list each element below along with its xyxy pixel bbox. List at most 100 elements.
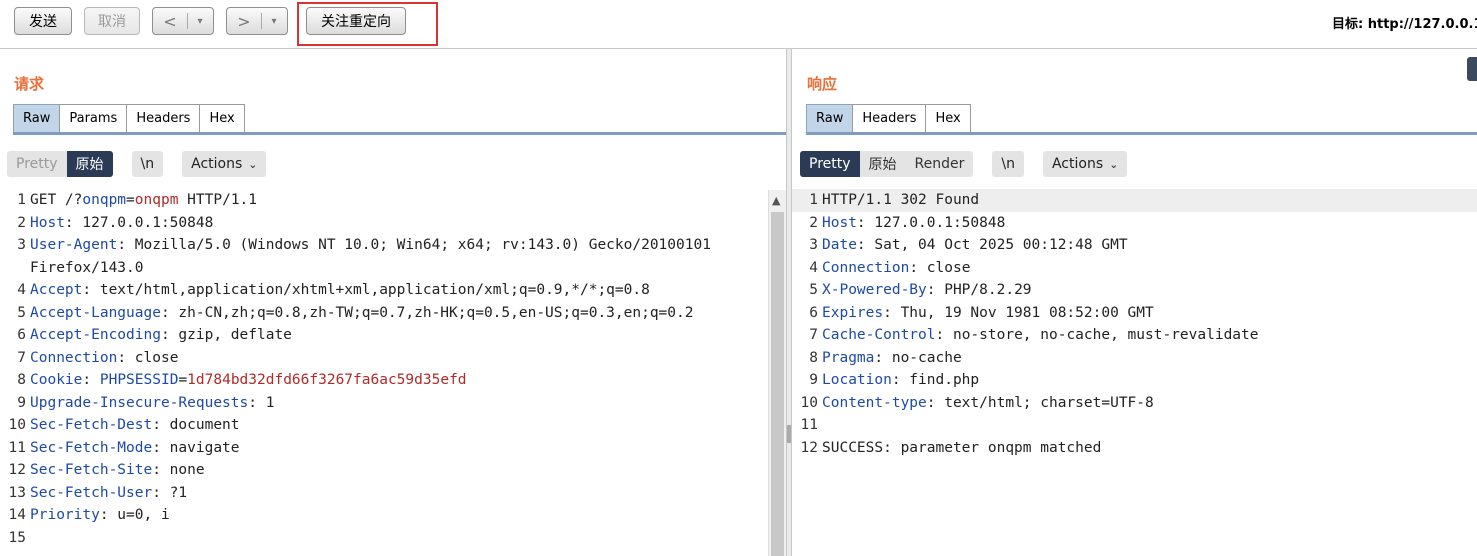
view-mode-toggle: Pretty 原始: [7, 151, 113, 177]
panel-toggle-tab[interactable]: [1467, 57, 1477, 81]
pretty-button[interactable]: Pretty: [800, 151, 860, 177]
line-text: HTTP/1.1 302 Found: [822, 192, 980, 208]
actions-label: Actions: [1051, 156, 1104, 172]
header-value: : text/html,application/xhtml+xml,applic…: [82, 282, 650, 298]
line-number: 12: [800, 439, 818, 456]
cancel-button[interactable]: 取消: [84, 7, 140, 35]
header-name: Sec-Fetch-User: [30, 484, 153, 501]
line-number: 4: [809, 259, 818, 276]
tab-raw[interactable]: Raw: [13, 104, 61, 132]
chevron-down-icon[interactable]: ▾: [188, 16, 212, 27]
line-content: GET /?onqpm=onqpm HTTP/1.1: [30, 189, 257, 212]
actions-button[interactable]: Actions ⌄: [1042, 151, 1128, 177]
line-content: Priority: u=0, i: [30, 504, 170, 527]
line-content: Content-type: text/html; charset=UTF-8: [822, 392, 1154, 415]
header-name: Connection: [30, 349, 118, 366]
code-line: 7 Connection: close: [0, 347, 768, 370]
code-line: 11 Sec-Fetch-Mode: navigate: [0, 437, 768, 460]
line-number: 14: [8, 507, 26, 523]
newline-toggle[interactable]: \n: [992, 151, 1024, 177]
forward-button[interactable]: > ▾: [226, 7, 288, 35]
tab-headers[interactable]: Headers: [126, 104, 201, 132]
response-view-bar: Pretty 原始 Render \n Actions ⌄: [800, 151, 1128, 177]
tab-hex[interactable]: Hex: [925, 104, 971, 132]
render-button[interactable]: Render: [905, 151, 974, 177]
code-line: 6 Accept-Encoding: gzip, deflate: [0, 324, 768, 347]
header-value: : close: [909, 259, 971, 276]
target-label: 目标: http://127.0.0.1:5: [1332, 17, 1477, 32]
response-editor[interactable]: 1 HTTP/1.1 302 Found 2 Host: 127.0.0.1:5084…: [792, 189, 1477, 556]
request-scrollbar[interactable]: ▲: [768, 190, 786, 556]
line-content: Host: 127.0.0.1:50848: [822, 212, 1005, 235]
code-line: 7 Cache-Control: no-store, no-cache, must…: [792, 324, 1477, 347]
header-value: : Thu, 19 Nov 1981 08:52:00 GMT: [883, 304, 1154, 321]
request-editor[interactable]: 1 GET /?onqpm=onqpm HTTP/1.1 2 Host: 127.0.…: [0, 189, 768, 556]
line-content: Connection: close: [822, 257, 970, 280]
header-name: Date: [822, 237, 857, 253]
tab-headers[interactable]: Headers: [852, 104, 927, 132]
line-content: Accept: text/html,application/xhtml+xml,…: [30, 279, 650, 302]
code-line: 12 SUCCESS: parameter onqpm matched: [792, 437, 1477, 460]
line-number: 1: [809, 192, 818, 208]
line-number: 9: [809, 372, 818, 388]
raw-view-button[interactable]: 原始: [66, 151, 113, 177]
response-title: 响应: [807, 75, 838, 93]
response-tabs: Raw Headers Hex: [806, 104, 971, 132]
line-content: Host: 127.0.0.1:50848: [30, 212, 213, 235]
forward-arrow-icon: >: [237, 11, 251, 31]
header-value: : none: [152, 462, 205, 478]
line-number: 5: [17, 304, 26, 321]
line-content: Firefox/143.0: [30, 257, 144, 280]
cookie-equals: =: [178, 372, 188, 388]
line-number: 8: [17, 372, 26, 388]
code-line: 4 Connection: close: [792, 257, 1477, 280]
param-name: onqpm: [82, 192, 127, 208]
scroll-up-icon[interactable]: ▲: [772, 194, 780, 207]
param-value: onqpm: [134, 192, 179, 208]
code-line: 4 Accept: text/html,application/xhtml+xml…: [0, 279, 768, 302]
header-name: X-Powered-By: [822, 282, 927, 298]
code-line: 9 Location: find.php: [792, 369, 1477, 392]
header-name: Sec-Fetch-Mode: [30, 439, 153, 456]
line-number: 10: [8, 417, 26, 433]
line-content: Sec-Fetch-Dest: document: [30, 414, 240, 437]
newline-toggle[interactable]: \n: [131, 151, 164, 177]
splitter-grip[interactable]: [787, 425, 791, 443]
line-content: Sec-Fetch-Site: none: [30, 459, 205, 482]
header-value: : 127.0.0.1:50848: [856, 214, 1006, 231]
line-number: 13: [8, 484, 26, 501]
chevron-down-icon: ⌄: [248, 157, 258, 171]
chevron-down-icon[interactable]: ▾: [262, 16, 286, 27]
header-name: Host: [822, 214, 857, 231]
line-number: 6: [17, 327, 26, 343]
line-content: Cache-Control: no-store, no-cache, must-…: [822, 324, 1259, 347]
tab-hex[interactable]: Hex: [199, 104, 245, 132]
line-number: [0, 257, 30, 280]
header-value: : document: [152, 417, 240, 433]
line-number: 7: [809, 327, 818, 343]
back-button[interactable]: < ▾: [152, 7, 214, 35]
header-value: Firefox/143.0: [30, 259, 144, 276]
code-line: 8 Pragma: no-cache: [792, 347, 1477, 370]
header-value: : no-store, no-cache, must-revalidate: [935, 327, 1259, 343]
line-number: 2: [809, 214, 818, 231]
raw-view-button[interactable]: 原始: [859, 151, 906, 177]
line-content: Location: find.php: [822, 369, 979, 392]
header-name: Cookie: [30, 372, 83, 388]
line-number: 12: [8, 462, 26, 478]
line-number: 8: [809, 349, 818, 366]
code-line: 6 Expires: Thu, 19 Nov 1981 08:52:00 GMT: [792, 302, 1477, 325]
scrollbar-thumb[interactable]: [771, 212, 784, 556]
tab-raw[interactable]: Raw: [806, 104, 854, 132]
send-button[interactable]: 发送: [14, 7, 72, 35]
code-line: 2 Host: 127.0.0.1:50848: [0, 212, 768, 235]
line-content: Cookie: PHPSESSID=1d784bd32dfd66f3267fa6…: [30, 369, 467, 392]
actions-button[interactable]: Actions ⌄: [182, 151, 267, 177]
pretty-button[interactable]: Pretty: [7, 151, 67, 177]
line-number: 11: [8, 439, 26, 456]
code-line: 5 Accept-Language: zh-CN,zh;q=0.8,zh-TW;q…: [0, 302, 768, 325]
line-number: 15: [8, 529, 26, 546]
header-name: Expires: [822, 304, 884, 321]
param-equals: =: [126, 192, 135, 208]
tab-params[interactable]: Params: [59, 104, 128, 132]
